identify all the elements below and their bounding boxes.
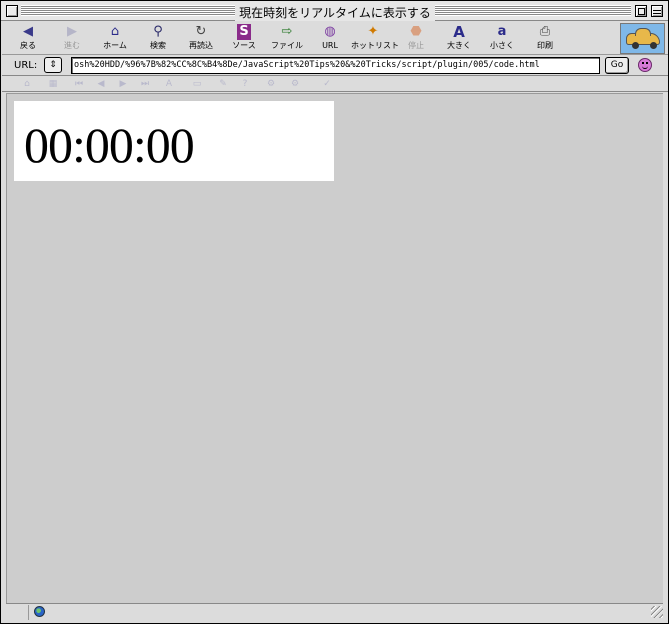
close-box-icon[interactable] [6,5,18,17]
forward-arrow-icon: ▶ [67,24,77,39]
wheel-icon [632,42,639,49]
hotlist-icon: ✦ [367,24,379,39]
url-input[interactable]: osh%20HDD/%96%7B%82%CC%8C%B4%8De/JavaScr… [71,57,600,74]
font-larger-button[interactable]: A 大きく [437,24,481,54]
forward-button[interactable]: ▶ 進む [50,24,94,54]
url-globe-icon: ◍ [324,24,336,39]
pen-small-icon[interactable]: ✎ [216,79,230,90]
title-bar-stripes [21,5,235,16]
toolbar: ◀ 戻る ▶ 進む ⌂ ホーム ⚲ 検索 ↻ 再読込 S ソース ⇨ ファイル … [2,22,668,55]
back-button[interactable]: ◀ 戻る [6,24,50,54]
settings-small-icon[interactable]: ⚙ [264,79,278,90]
home-button[interactable]: ⌂ ホーム [93,24,137,54]
font-smaller-icon: a [497,24,507,39]
rewind-small-icon[interactable]: ⏮ [72,79,86,90]
file-icon: ⇨ [281,24,293,39]
print-icon: ⎙ [539,24,551,39]
font-smaller-button[interactable]: a 小さく [480,24,524,54]
source-button[interactable]: S ソース [222,24,266,54]
print-button[interactable]: ⎙ 印刷 [523,24,567,54]
image-small-icon[interactable]: ▭ [190,79,204,90]
reload-button[interactable]: ↻ 再読込 [179,24,223,54]
home-icon: ⌂ [110,24,120,39]
file-button[interactable]: ⇨ ファイル [265,24,309,54]
forward-small-icon[interactable]: ▶ [116,79,130,90]
browser-window: 現在時刻をリアルタイムに表示する ◀ 戻る ▶ 進む ⌂ ホーム ⚲ 検索 ↻ … [0,0,669,624]
check-small-icon[interactable]: ✓ [320,79,334,90]
title-bar[interactable]: 現在時刻をリアルタイムに表示する [1,1,668,21]
status-bar [6,603,663,621]
window-title: 現在時刻をリアルタイムに表示する [235,4,435,21]
url-bar: URL: ⇕ osh%20HDD/%96%7B%82%CC%8C%B4%8De/… [2,56,668,76]
plugin-small-icon[interactable]: ⚙ [288,79,302,90]
grid-small-icon[interactable]: ▦ [46,79,60,90]
wheel-icon [650,42,657,49]
title-bar-stripes [435,5,631,16]
status-field [28,605,649,620]
back-small-icon[interactable]: ◀ [94,79,108,90]
search-icon: ⚲ [153,24,163,39]
url-label: URL: [14,60,38,71]
clock-display-box: 00:00:00 [14,101,334,181]
resize-grip-icon[interactable] [651,606,663,618]
help-small-icon[interactable]: ? [238,79,252,90]
search-button[interactable]: ⚲ 検索 [136,24,180,54]
url-history-stepper[interactable]: ⇕ [44,57,62,73]
stop-icon: ⬣ [410,24,422,39]
stop-button[interactable]: ⬣ 停止 [394,24,438,54]
back-arrow-icon: ◀ [23,24,33,39]
reload-icon: ↻ [195,24,207,39]
go-button[interactable]: Go [605,57,629,74]
home-small-icon[interactable]: ⌂ [20,79,34,90]
url-button[interactable]: ◍ URL [308,24,352,54]
page-content: 00:00:00 [6,93,663,603]
clock-time: 00:00:00 [24,117,195,173]
collapse-box-icon[interactable] [651,5,663,17]
browser-logo[interactable] [620,23,665,54]
hotlist-button[interactable]: ✦ ホットリスト [351,24,399,54]
fast-forward-small-icon[interactable]: ⏭ [138,79,152,90]
secondary-toolbar: ⌂ ▦ ⏮ ◀ ▶ ⏭ A ▭ ✎ ? ⚙ ⚙ ✓ [2,77,668,92]
smiley-icon[interactable] [638,58,652,72]
zoom-box-icon[interactable] [635,5,647,17]
source-icon: S [237,24,251,40]
text-small-icon[interactable]: A [162,79,176,90]
font-larger-icon: A [453,23,465,41]
